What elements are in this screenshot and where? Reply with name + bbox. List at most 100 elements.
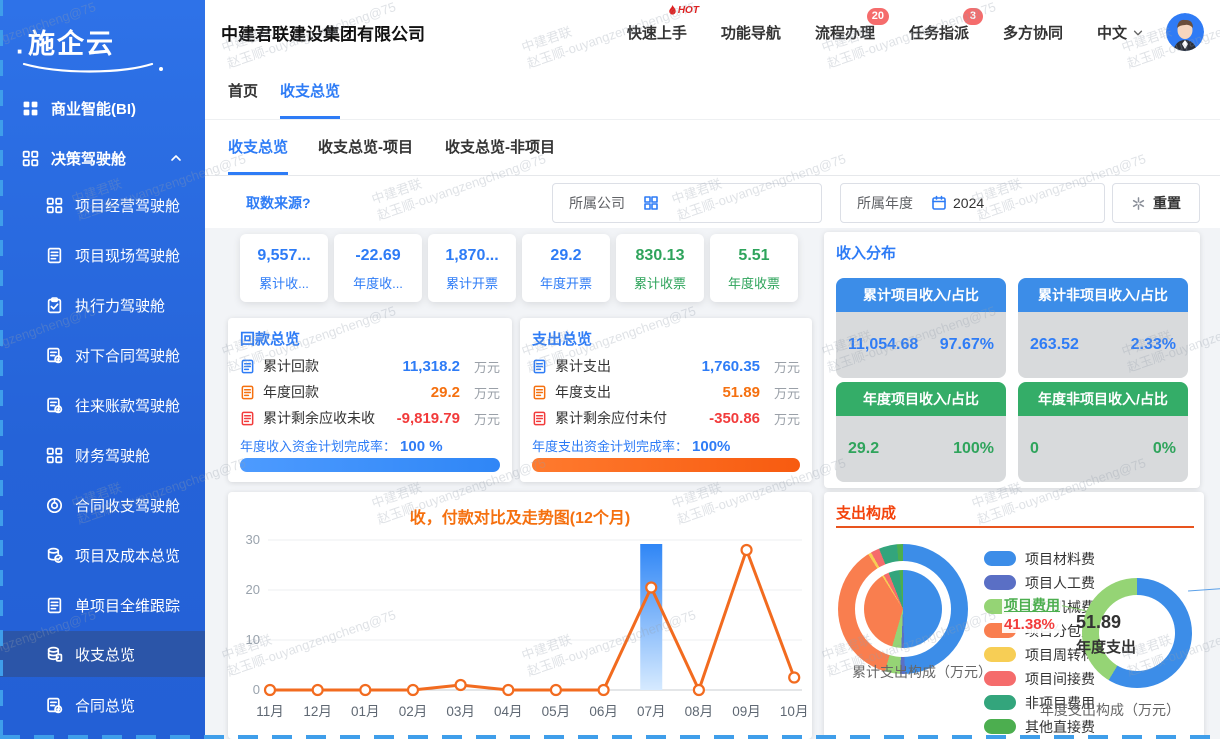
- stat-card-annual-receipt: 5.51 年度收票: [710, 234, 798, 302]
- company-title: 中建君联建设集团有限公司: [221, 20, 425, 45]
- sidebar-item-execution[interactable]: 执行力驾驶舱: [0, 283, 205, 327]
- filter-bar: 取数来源? 所属公司 所属年度 2024 重置: [205, 176, 1220, 228]
- logo-swoosh-icon: [20, 58, 170, 76]
- grid-icon: [46, 197, 63, 214]
- stat-value: 5.51: [710, 247, 798, 265]
- income-card-cumulative-nonproject: 累计非项目收入/占比 263.522.33%: [1018, 278, 1188, 378]
- stat-label: 累计开票: [428, 273, 516, 292]
- target-icon: [46, 497, 63, 514]
- tab-home[interactable]: 首页: [228, 64, 258, 119]
- cumulative-expense-pie-chart[interactable]: [838, 544, 968, 674]
- legend-item[interactable]: 项目人工费: [984, 574, 1114, 591]
- nav-collaboration[interactable]: 多方协同: [1003, 22, 1063, 43]
- task-count-badge: 3: [963, 8, 983, 25]
- sidebar-item-contract-payment[interactable]: 合同收支驾驶舱: [0, 483, 205, 527]
- tab-income-expense[interactable]: 收支总览: [280, 64, 340, 119]
- sub-tabs: 收支总览 收支总览-项目 收支总览-非项目: [205, 120, 1220, 176]
- payment-trend-chart[interactable]: 010203011月12月01月02月03月04月05月06月07月08月09月…: [228, 530, 812, 739]
- sidebar-item-sub-contract[interactable]: 对下合同驾驶舱: [0, 333, 205, 377]
- progress-label: 年度收入资金计划完成率：100 %: [240, 436, 443, 455]
- nav-quick-start[interactable]: HOT 快速上手: [627, 22, 687, 43]
- stat-card-cumulative-invoice: 1,870... 累计开票: [428, 234, 516, 302]
- sidebar-item-label: 决策驾驶舱: [51, 148, 126, 169]
- nav-task-assign[interactable]: 3 任务指派: [909, 22, 969, 43]
- legend-label: 项目间接费: [1025, 669, 1095, 689]
- income-distribution-panel: 收入分布 累计项目收入/占比 11,054.6897.67% 累计非项目收入/占…: [824, 232, 1200, 488]
- subtab-non-project[interactable]: 收支总览-非项目: [445, 120, 555, 175]
- panel-title: 回款总览: [240, 328, 300, 349]
- sidebar-item-contract-overview[interactable]: 合同总览: [0, 683, 205, 727]
- legend-item[interactable]: 其他直接费: [984, 718, 1114, 735]
- income-card-annual-project: 年度项目收入/占比 29.2100%: [836, 382, 1006, 482]
- nav-feature-guide[interactable]: 功能导航: [721, 22, 781, 43]
- stat-label: 年度收票: [710, 273, 798, 292]
- sidebar-item-label: 商业智能(BI): [51, 98, 136, 119]
- sidebar-item-label: 收支总览: [75, 644, 135, 665]
- legend-label: 项目人工费: [1025, 573, 1095, 593]
- sidebar-item-project-cost[interactable]: 项目及成本总览: [0, 533, 205, 577]
- legend-item[interactable]: 项目材料费: [984, 550, 1114, 567]
- pie-inner-ring: [855, 561, 951, 657]
- breadcrumb-tabs: 首页 收支总览: [205, 64, 1220, 120]
- grid-icon: [46, 447, 63, 464]
- nav-process-handling[interactable]: 20 流程办理: [815, 22, 875, 43]
- company-select[interactable]: 所属公司: [552, 183, 822, 223]
- reset-button[interactable]: 重置: [1112, 183, 1200, 223]
- subtab-overview[interactable]: 收支总览: [228, 120, 288, 175]
- sidebar-item-project-site[interactable]: 项目现场驾驶舱: [0, 233, 205, 277]
- grid-icon: [22, 100, 39, 117]
- user-avatar[interactable]: [1166, 13, 1204, 51]
- stat-value: -22.69: [334, 247, 422, 265]
- sidebar-item-finance[interactable]: 财务驾驶舱: [0, 433, 205, 477]
- subtab-project[interactable]: 收支总览-项目: [318, 120, 413, 175]
- income-card-cumulative-project: 累计项目收入/占比 11,054.6897.67%: [836, 278, 1006, 378]
- document-icon: [240, 385, 255, 400]
- svg-text:09月: 09月: [732, 704, 761, 719]
- sidebar-item-decision-cockpit[interactable]: 决策驾驶舱: [0, 136, 205, 180]
- svg-text:03月: 03月: [446, 704, 475, 719]
- legend-item[interactable]: 项目间接费: [984, 670, 1114, 687]
- svg-text:10: 10: [246, 632, 260, 647]
- stat-label: 累计收票: [616, 273, 704, 292]
- document-icon: [240, 411, 255, 426]
- sidebar-item-single-project[interactable]: 单项目全维跟踪: [0, 583, 205, 627]
- sidebar-item-label: 合同总览: [75, 695, 135, 716]
- chevron-down-icon: [1132, 26, 1144, 38]
- svg-text:11月: 11月: [256, 704, 284, 719]
- sidebar-item-accounts[interactable]: 往来账款驾驶舱: [0, 383, 205, 427]
- svg-text:12月: 12月: [303, 704, 332, 719]
- org-grid-icon: [643, 195, 659, 211]
- year-select-label: 所属年度: [841, 193, 931, 213]
- data-source-link[interactable]: 取数来源?: [246, 193, 311, 213]
- sidebar-item-label: 执行力驾驶舱: [75, 295, 165, 316]
- progress-label: 年度支出资金计划完成率：100%: [532, 436, 730, 455]
- sidebar-item-label: 对下合同驾驶舱: [75, 345, 180, 366]
- company-select-label: 所属公司: [553, 193, 643, 213]
- trend-chart-panel: 收，付款对比及走势图(12个月) 010203011月12月01月02月03月0…: [228, 492, 812, 739]
- app-logo[interactable]: · 施企云: [0, 14, 205, 78]
- legend-swatch: [984, 695, 1016, 710]
- language-selector[interactable]: 中文: [1097, 22, 1144, 43]
- sidebar-item-label: 合同收支驾驶舱: [75, 495, 180, 516]
- chevron-up-icon: [169, 151, 183, 165]
- svg-text:0: 0: [253, 682, 260, 697]
- legend-swatch: [984, 551, 1016, 566]
- panel-title: 支出构成: [836, 502, 896, 523]
- sidebar-item-bi[interactable]: 商业智能(BI): [0, 86, 205, 130]
- stat-value: 830.13: [616, 247, 704, 265]
- stat-card-cumulative-income: 9,557... 累计收...: [240, 234, 328, 302]
- sidebar-item-income-expense[interactable]: 收支总览: [0, 631, 205, 677]
- clipboard-check-icon: [46, 297, 63, 314]
- stat-value: 29.2: [522, 247, 610, 265]
- data-row: 累计剩余应付未付 -350.86 万元: [532, 408, 800, 428]
- legend-label: 项目材料费: [1025, 549, 1095, 569]
- grid-icon: [22, 150, 39, 167]
- reset-icon: [1131, 196, 1146, 211]
- sidebar-item-project-operation[interactable]: 项目经营驾驶舱: [0, 183, 205, 227]
- stat-card-cumulative-receipt: 830.13 累计收票: [616, 234, 704, 302]
- pie-caption: 累计支出构成（万元）: [852, 662, 992, 682]
- svg-text:02月: 02月: [399, 704, 428, 719]
- year-select[interactable]: 所属年度 2024: [840, 183, 1105, 223]
- legend-swatch: [984, 719, 1016, 734]
- stat-card-annual-income: -22.69 年度收...: [334, 234, 422, 302]
